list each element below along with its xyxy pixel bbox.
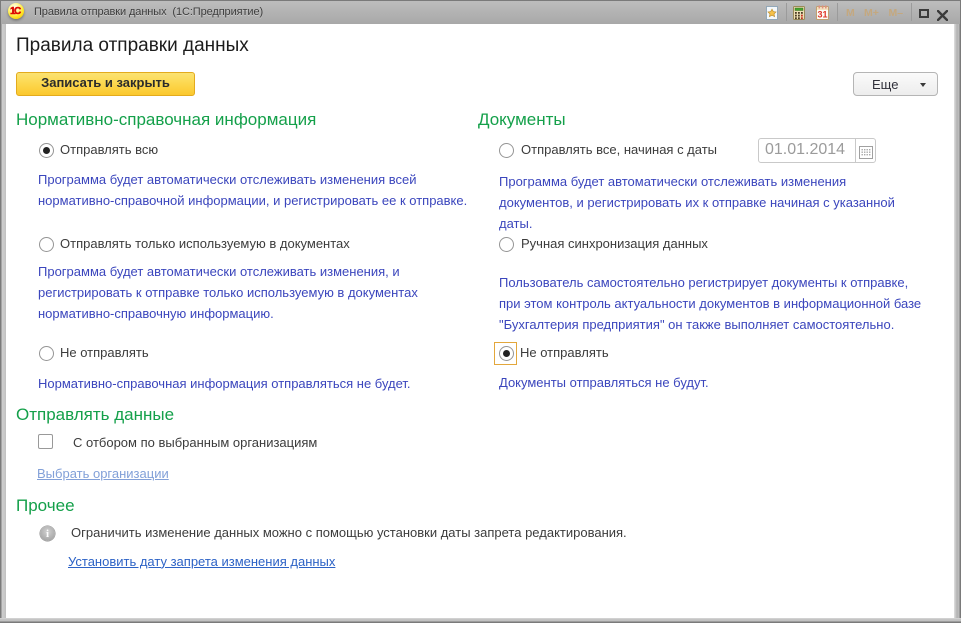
svg-text:31: 31 <box>817 10 827 20</box>
